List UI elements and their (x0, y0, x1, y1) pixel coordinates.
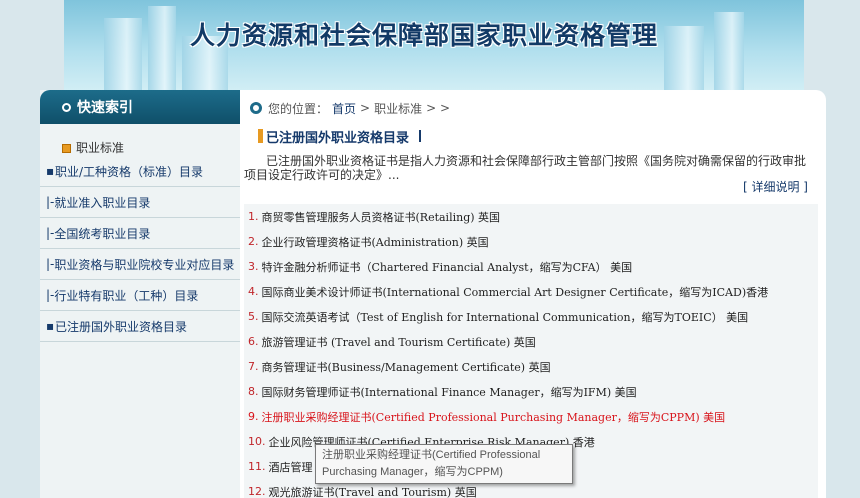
tree-connector: |- (46, 195, 55, 209)
breadcrumb: 您的位置： 首页 > 职业标准 > > (240, 90, 826, 126)
sidebar-item-label: 已注册国外职业资格目录 (55, 319, 188, 334)
list-item[interactable]: 5. 国际交流英语考试（Test of English for Internati… (248, 304, 748, 329)
item-text: 国际商业美术设计师证书(International Commercial Art… (261, 285, 769, 299)
bullet-icon: ▪ (46, 319, 55, 333)
building-graphic (664, 26, 704, 96)
list-item[interactable]: 7. 商务管理证书(Business/Management Certificate… (248, 354, 551, 379)
bullet-icon: ▪ (46, 164, 55, 178)
item-text: 特许金融分析师证书（Chartered Financial Analyst，缩写… (261, 260, 633, 274)
list-item[interactable]: 6. 旅游管理证书 (Travel and Tourism Certificate… (248, 329, 536, 354)
item-text: 国际财务管理师证书(International Finance Manager，… (261, 385, 637, 399)
item-number: 6. (248, 335, 259, 348)
item-number: 9. (248, 410, 259, 423)
sidebar-item-occupation-catalog[interactable]: ▪ 职业/工种资格（标准）目录 (40, 156, 240, 187)
sidebar-item-foreign-registered[interactable]: ▪ 已注册国外职业资格目录 (40, 311, 240, 342)
breadcrumb-prefix: 您的位置： (268, 101, 329, 116)
sidebar-item-label: 职业/工种资格（标准）目录 (55, 164, 204, 179)
item-number: 4. (248, 285, 259, 298)
building-graphic (148, 6, 176, 96)
circle-icon (62, 102, 71, 112)
item-text: 旅游管理证书 (Travel and Tourism Certificate) … (261, 335, 536, 349)
item-text: 酒店管理 (268, 460, 313, 474)
sidebar-item-employment-access[interactable]: |- 就业准入职业目录 (40, 187, 240, 218)
sidebar: 快速索引 职业标准 ▪ 职业/工种资格（标准）目录 |- 就业准入职业目录 |-… (40, 90, 240, 498)
details-link[interactable]: [ 详细说明 ] (743, 178, 808, 195)
breadcrumb-separator: > (360, 101, 371, 115)
item-number: 8. (248, 385, 259, 398)
title-marker-icon (258, 129, 263, 143)
list-item[interactable]: 4. 国际商业美术设计师证书(International Commercial A… (248, 279, 768, 304)
item-number: 2. (248, 235, 259, 248)
tooltip-line: Purchasing Manager，缩写为CPPM) (322, 466, 503, 478)
item-text: 商务管理证书(Business/Management Certificate) … (261, 360, 551, 374)
sidebar-item-label: 就业准入职业目录 (54, 195, 151, 210)
breadcrumb-separator: > > (426, 101, 451, 115)
tree-connector: |- (46, 226, 55, 240)
tree-connector: |- (46, 257, 55, 271)
site-banner: 人力资源和社会保障部国家职业资格管理 (64, 0, 804, 96)
sidebar-item-label: 行业特有职业（工种）目录 (54, 288, 199, 303)
item-number: 11. (248, 460, 266, 473)
title-divider (419, 130, 422, 142)
building-graphic (714, 12, 744, 96)
intro-text: 已注册国外职业资格证书是指人力资源和社会保障部行政主管部门按照《国务院对确需保留… (244, 154, 807, 182)
section-title: 已注册国外职业资格目录 (258, 126, 422, 146)
breadcrumb-current-link[interactable]: 职业标准 (374, 100, 422, 117)
location-icon (250, 102, 262, 114)
sidebar-item-national-exam[interactable]: |- 全国统考职业目录 (40, 218, 240, 249)
item-number: 7. (248, 360, 259, 373)
list-item[interactable]: 1. 商贸零售管理服务人员资格证书(Retailing) 英国 (248, 204, 500, 229)
item-number: 3. (248, 260, 259, 273)
breadcrumb-home-link[interactable]: 首页 (332, 100, 356, 117)
orange-square-icon (62, 144, 71, 153)
main-content: 您的位置： 首页 > 职业标准 > > 已注册国外职业资格目录 已注册国外职业资… (240, 90, 826, 498)
tree-connector: |- (46, 288, 55, 302)
item-text: 商贸零售管理服务人员资格证书(Retailing) 英国 (261, 210, 501, 224)
item-text: 企业行政管理资格证书(Administration) 英国 (261, 235, 489, 249)
building-graphic (104, 18, 142, 96)
list-item[interactable]: 8. 国际财务管理师证书(International Finance Manage… (248, 379, 637, 404)
sidebar-item-label: 职业资格与职业院校专业对应目录 (54, 257, 235, 272)
list-item-hovered[interactable]: 9. 注册职业采购经理证书(Certified Professional Purc… (248, 404, 725, 429)
sidebar-category[interactable]: 职业标准 (40, 124, 240, 156)
site-title: 人力资源和社会保障部国家职业资格管理 (190, 21, 659, 50)
sidebar-item-college-mapping[interactable]: |- 职业资格与职业院校专业对应目录 (40, 249, 240, 280)
sidebar-item-industry-specific[interactable]: |- 行业特有职业（工种）目录 (40, 280, 240, 311)
section-title-text: 已注册国外职业资格目录 (266, 130, 410, 146)
item-number: 5. (248, 310, 259, 323)
list-item[interactable]: 2. 企业行政管理资格证书(Administration) 英国 (248, 229, 489, 254)
item-text: 注册职业采购经理证书(Certified Professional Purcha… (261, 410, 726, 424)
sidebar-title: 快速索引 (77, 100, 133, 116)
sidebar-category-label: 职业标准 (76, 141, 125, 155)
sidebar-item-label: 全国统考职业目录 (54, 226, 151, 241)
item-number: 10. (248, 435, 266, 448)
list-item[interactable]: 3. 特许金融分析师证书（Chartered Financial Analyst，… (248, 254, 632, 279)
tooltip-line: 注册职业采购经理证书(Certified Professional (322, 449, 541, 461)
item-text: 观光旅游证书(Travel and Tourism) 英国 (268, 485, 477, 498)
list-item[interactable]: 11. 酒店管理 (248, 454, 313, 479)
item-number: 12. (248, 485, 266, 498)
sidebar-header: 快速索引 (40, 90, 240, 124)
hover-tooltip: 注册职业采购经理证书(Certified Professional Purcha… (315, 444, 573, 484)
item-number: 1. (248, 210, 259, 223)
item-text: 国际交流英语考试（Test of English for Internation… (261, 310, 749, 324)
